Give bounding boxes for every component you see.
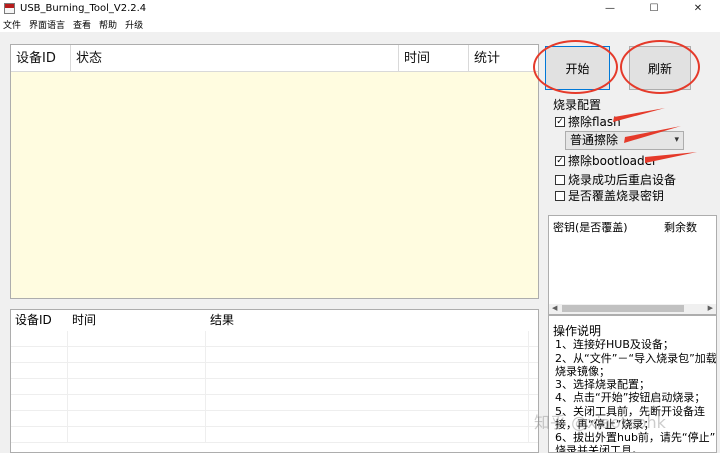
column-remaining[interactable]: 剩余数 xyxy=(664,219,697,235)
annotation-arrow-select xyxy=(624,126,681,143)
scroll-right-icon[interactable]: ▶ xyxy=(708,304,713,312)
scrollbar-thumb[interactable] xyxy=(562,305,684,312)
key-table[interactable]: 密钥(是否覆盖) 剩余数 ◀ ▶ xyxy=(548,215,717,315)
annotation-arrow-flash xyxy=(613,108,665,122)
watermark: 知乎 @xiaotaohk xyxy=(534,413,666,432)
annotation-arrow-bootloader xyxy=(645,152,697,163)
column-key[interactable]: 密钥(是否覆盖) xyxy=(553,219,628,235)
horizontal-scrollbar[interactable]: ◀ ▶ xyxy=(549,304,716,314)
scroll-left-icon[interactable]: ◀ xyxy=(552,304,557,312)
help-line: 烧录并关闭工具。 xyxy=(555,444,643,453)
